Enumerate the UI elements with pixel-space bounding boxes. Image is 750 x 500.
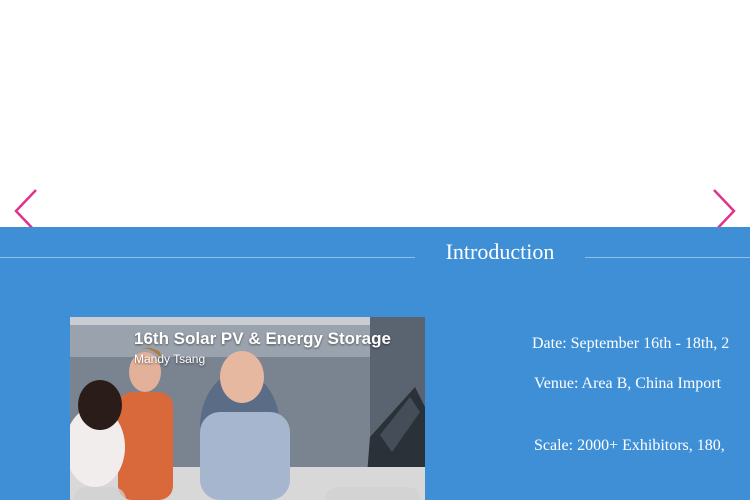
video-author: Mandy Tsang [134, 352, 206, 366]
video-control-right-button[interactable] [325, 487, 421, 500]
video-control-left-button[interactable] [74, 487, 126, 500]
event-venue: Venue: Area B, China Import [534, 375, 722, 392]
event-date: Date: September 16th - 18th, 2 [532, 335, 730, 352]
title-divider-right [585, 257, 750, 258]
video-title: 16th Solar PV & Energy Storage [134, 329, 391, 348]
introduction-section: Introduction 16th Solar PV & Energy Stor… [0, 227, 750, 500]
video-player[interactable]: 16th Solar PV & Energy Storage Mandy Tsa… [70, 317, 425, 500]
event-scale: Scale: 2000+ Exhibitors, 180, [534, 437, 725, 454]
title-divider-left [0, 257, 415, 258]
image-slider [0, 0, 750, 233]
section-title: Introduction [445, 239, 555, 264]
